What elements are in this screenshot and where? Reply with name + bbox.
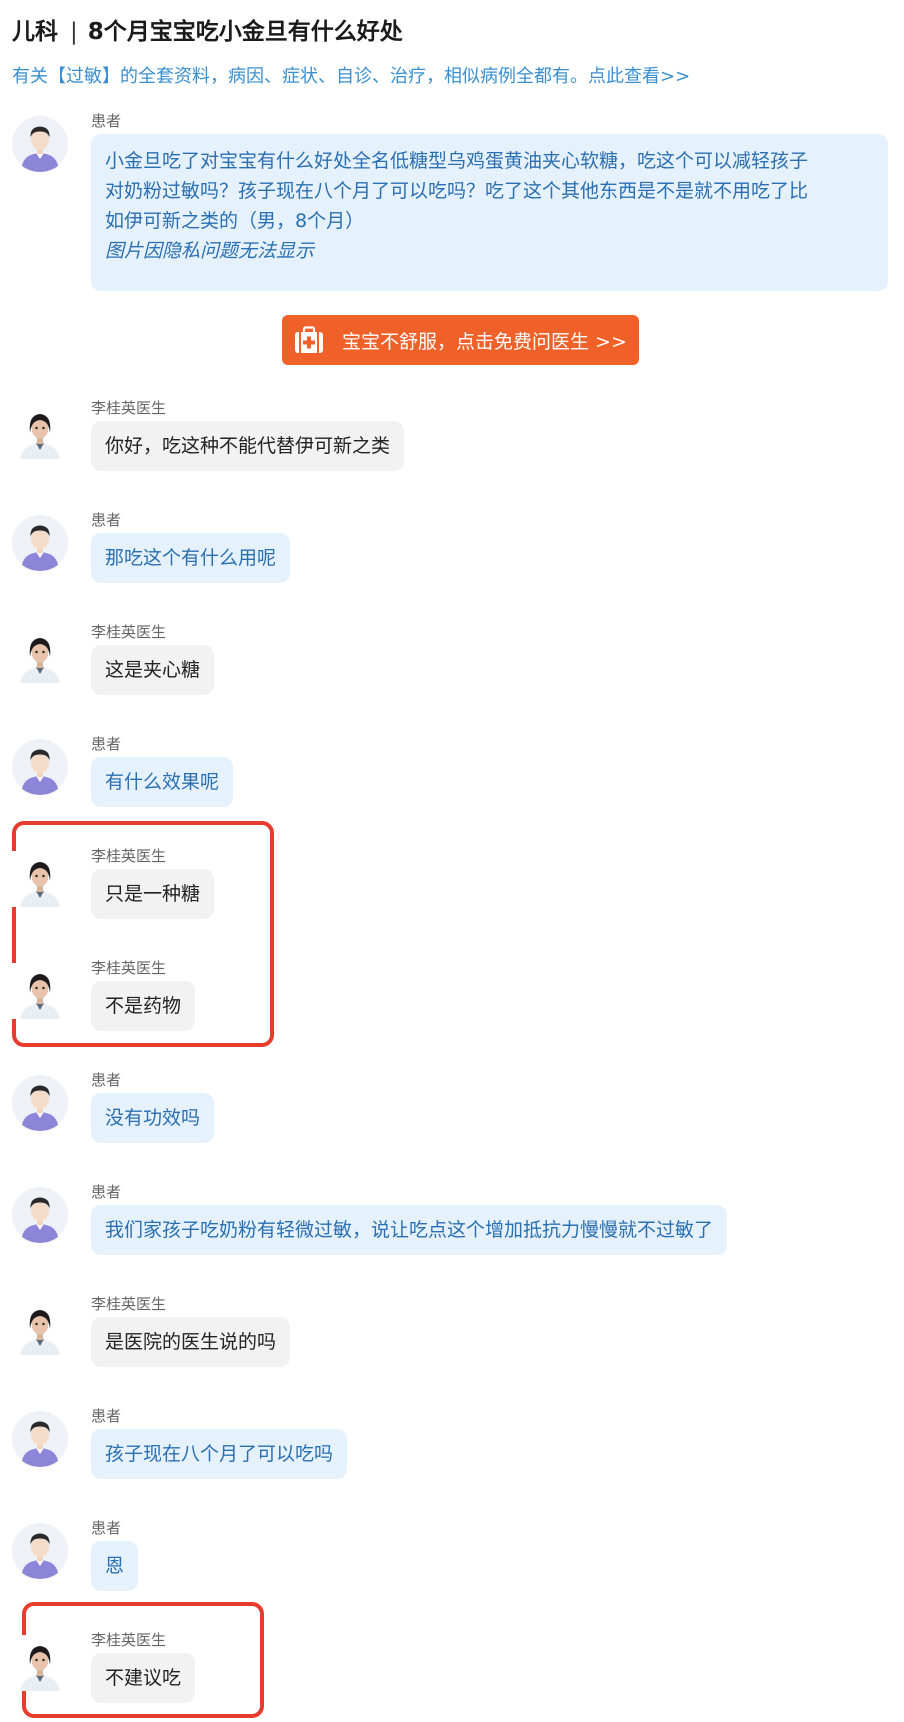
message-bubble: 只是一种糖 [91,869,215,919]
patient-avatar-icon [12,1075,68,1131]
patient-avatar-icon [12,1187,68,1243]
free-consult-button[interactable]: 宝宝不舒服，点击免费问医生 >> [282,315,639,365]
patient-avatar [12,116,68,172]
doctor-avatar-icon [12,627,68,683]
sender-name: 患者 [91,511,122,529]
title-separator: | [70,19,78,45]
doctor-avatar [12,403,68,459]
patient-avatar [12,1523,68,1579]
patient-avatar-icon [12,1523,68,1579]
doctor-avatar-icon [12,403,68,459]
doctor-avatar [12,963,68,1019]
message-bubble: 我们家孩子吃奶粉有轻微过敏，说让吃点这个增加抵抗力慢慢就不过敏了 [91,1205,728,1255]
doctor-avatar [12,627,68,683]
sender-name: 李桂英医生 [91,399,167,417]
patient-avatar-icon [12,1411,68,1467]
privacy-note: 图片因隐私问题无法显示 [105,240,315,262]
doctor-avatar [12,1299,68,1355]
doctor-avatar [12,1635,68,1691]
sender-name: 患者 [91,1407,122,1425]
question-title: 8个月宝宝吃小金旦有什么好处 [87,19,403,45]
message-bubble: 不建议吃 [91,1653,196,1703]
sender-name: 患者 [91,735,122,753]
message-line: 对奶粉过敏吗？孩子现在八个月了可以吃吗？吃了这个其他东西是不是就不用吃了比 [105,180,809,202]
patient-avatar-icon [12,739,68,795]
sender-name: 患者 [91,1519,122,1537]
patient-avatar [12,1075,68,1131]
doctor-avatar-icon [12,851,68,907]
message-bubble: 那吃这个有什么用呢 [91,533,291,583]
sender-name: 李桂英医生 [91,1631,167,1649]
message-bubble: 有什么效果呢 [91,757,234,807]
message-line: 小金旦吃了对宝宝有什么好处全名低糖型乌鸡蛋黄油夹心软糖，吃这个可以减轻孩子 [105,150,809,172]
patient-avatar [12,1187,68,1243]
patient-avatar [12,739,68,795]
patient-avatar [12,515,68,571]
message-bubble: 恩 [91,1541,139,1591]
message-bubble: 你好，吃这种不能代替伊可新之类 [91,421,405,471]
patient-avatar [12,1411,68,1467]
patient-avatar-icon [12,515,68,571]
page-title: 儿科 | 8个月宝宝吃小金旦有什么好处 [12,12,403,46]
patient-avatar-icon [12,116,68,172]
sender-name: 李桂英医生 [91,1295,167,1313]
sender-name: 患者 [91,1071,122,1089]
message-bubble: 这是夹心糖 [91,645,215,695]
doctor-avatar [12,851,68,907]
free-consult-label: 宝宝不舒服，点击免费问医生 >> [342,330,627,353]
department-label: 儿科 [12,19,58,45]
message-line: 如伊可新之类的（男，8个月） [105,210,365,232]
doctor-avatar-icon [12,1299,68,1355]
related-info-link[interactable]: 有关【过敏】的全套资料，病因、症状、自诊、治疗，相似病例全都有。点此查看>> [12,62,690,88]
sender-name: 患者 [91,112,122,130]
message-bubble: 孩子现在八个月了可以吃吗 [91,1429,348,1479]
sender-name: 患者 [91,1183,122,1201]
sender-name: 李桂英医生 [91,847,167,865]
message-bubble: 小金旦吃了对宝宝有什么好处全名低糖型乌鸡蛋黄油夹心软糖，吃这个可以减轻孩子 对奶… [91,134,888,291]
message-bubble: 是医院的医生说的吗 [91,1317,291,1367]
medical-kit-icon [295,326,323,353]
message-bubble: 没有功效吗 [91,1093,215,1143]
message-bubble: 不是药物 [91,981,196,1031]
sender-name: 李桂英医生 [91,959,167,977]
sender-name: 李桂英医生 [91,623,167,641]
doctor-avatar-icon [12,1635,68,1691]
doctor-avatar-icon [12,963,68,1019]
